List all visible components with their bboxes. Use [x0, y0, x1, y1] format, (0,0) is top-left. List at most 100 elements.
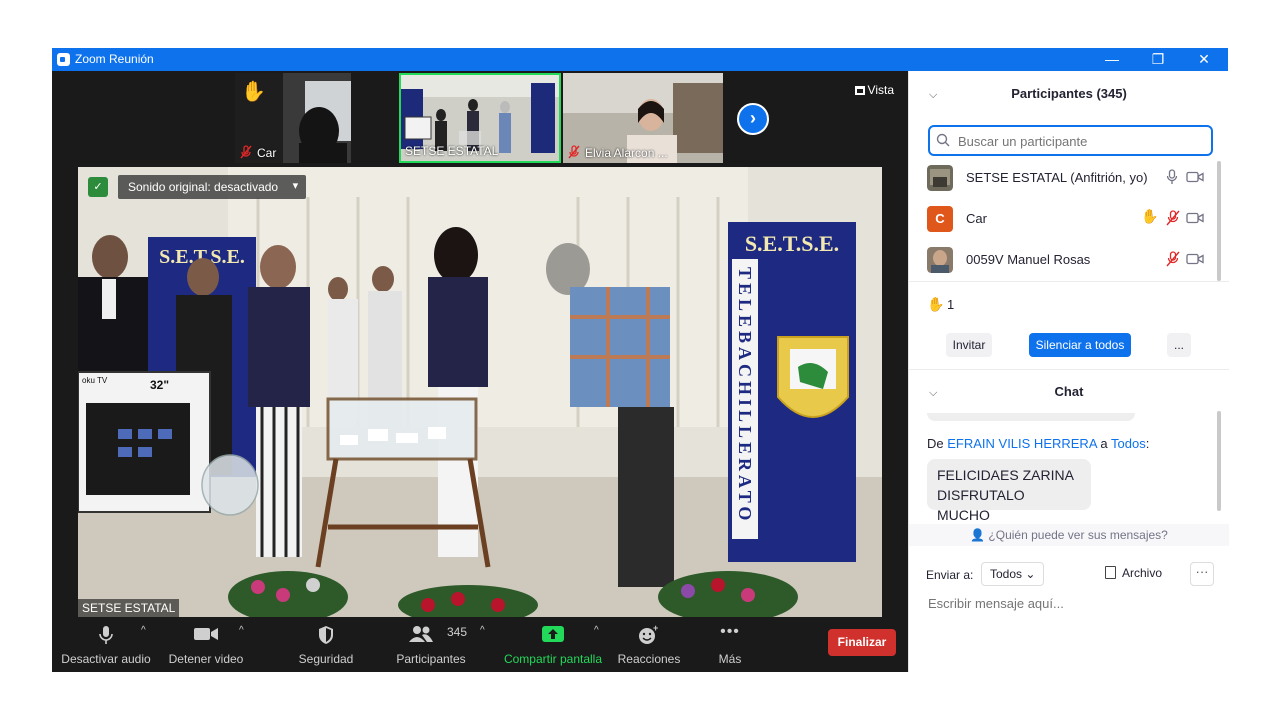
banner-right-text: S.E.T.S.E.	[745, 231, 839, 256]
avatar: C	[927, 206, 953, 232]
speaker-name-label: SETSE ESTATAL	[78, 599, 180, 617]
security-button[interactable]: Seguridad	[292, 619, 360, 672]
thumbnail-elvia-alarcon[interactable]: Elvia Alarcon ...	[563, 73, 723, 163]
maximize-button[interactable]: ❐	[1135, 48, 1181, 71]
participant-row[interactable]: 0059V Manuel Rosas	[909, 239, 1219, 279]
muted-mic-icon	[1166, 251, 1180, 267]
ellipsis-icon: •••	[720, 623, 740, 640]
who-can-see-label: ¿Quién puede ver sus mensajes?	[988, 528, 1168, 542]
colon: :	[1145, 436, 1150, 451]
raised-hand-icon: ✋	[927, 296, 945, 312]
chat-message-header: De EFRAIN VILIS HERRERA a Todos:	[927, 436, 1149, 451]
invite-button[interactable]: Invitar	[946, 333, 992, 357]
microphone-icon	[1166, 169, 1178, 184]
chat-sender[interactable]: EFRAIN VILIS HERRERA	[947, 436, 1097, 451]
avatar	[927, 165, 953, 191]
title-bar: Zoom Reunión — ❐ ✕	[52, 48, 1228, 71]
chat-message-line: FELICIDAES ZARINA	[937, 467, 1074, 483]
chat-message-input[interactable]	[926, 592, 1216, 614]
participants-label: Participantes	[396, 652, 466, 666]
window-title: Zoom Reunión	[75, 52, 154, 66]
participants-more-button[interactable]: ...	[1167, 333, 1191, 357]
chat-title: Chat	[1054, 384, 1084, 399]
view-label: Vista	[867, 83, 894, 97]
file-icon	[1105, 566, 1116, 579]
smiley-add-icon: +	[639, 625, 658, 644]
microphone-icon	[99, 626, 113, 644]
participant-row[interactable]: C Car ✋	[909, 198, 1219, 238]
video-options-caret[interactable]: ^	[239, 625, 244, 636]
to-word: a	[1096, 436, 1111, 451]
grid-view-icon	[854, 86, 865, 95]
meeting-toolbar: Desactivar audio ^ Detener video ^ Segur…	[52, 619, 908, 672]
video-camera-icon	[1186, 212, 1204, 224]
participants-scrollbar[interactable]	[1217, 161, 1221, 281]
mute-button[interactable]: Desactivar audio	[60, 619, 152, 672]
tv-size-text: 32"	[150, 378, 169, 392]
participant-row[interactable]: SETSE ESTATAL (Anfitrión, yo)	[909, 157, 1219, 197]
ellipsis-icon: ···	[1195, 564, 1209, 579]
tv-brand-text: oku TV	[82, 376, 108, 385]
participants-icon	[409, 626, 433, 642]
share-screen-button[interactable]: Compartir pantalla	[502, 619, 604, 672]
stop-video-label: Detener video	[168, 652, 244, 666]
view-button[interactable]: Vista	[848, 80, 900, 100]
share-options-caret[interactable]: ^	[594, 625, 599, 636]
person-lock-icon: 👤	[970, 528, 986, 542]
main-video[interactable]: S.E.T.S.E. TELEBACHILLERATO S.E.T.S.E. 3…	[78, 167, 882, 617]
minimize-button[interactable]: —	[1089, 48, 1135, 71]
raised-hand-icon: ✋	[241, 81, 266, 103]
audio-options-caret[interactable]: ^	[141, 625, 146, 636]
side-panel: ⌵ Participantes (345) SETSE ESTATAL (Anf…	[908, 71, 1229, 672]
reactions-button[interactable]: + Reacciones	[616, 619, 682, 672]
search-input[interactable]	[956, 131, 1206, 151]
search-icon	[936, 133, 950, 147]
muted-mic-icon	[1166, 210, 1180, 226]
video-camera-icon	[194, 628, 218, 640]
original-sound-toggle[interactable]: Sonido original: desactivado ▾	[118, 175, 307, 199]
participant-name: Car	[966, 211, 987, 226]
participant-name: SETSE ESTATAL (Anfitrión, yo)	[966, 170, 1148, 185]
share-screen-icon	[542, 626, 564, 642]
participants-title: Participantes (345)	[1011, 86, 1127, 101]
reactions-label: Reacciones	[617, 652, 681, 666]
participants-button[interactable]: 345 Participantes	[392, 619, 470, 672]
meeting-area: ✋ Car SETSE ESTATAL Elvia Alarcon ... › …	[52, 71, 908, 672]
original-sound-label: Sonido original: desactivado	[128, 180, 279, 194]
share-screen-label: Compartir pantalla	[503, 652, 603, 666]
file-button[interactable]: Archivo	[1105, 566, 1162, 580]
security-label: Seguridad	[298, 652, 354, 666]
next-page-button[interactable]: ›	[737, 103, 769, 135]
thumbnail-setse-estatal[interactable]: SETSE ESTATAL	[399, 73, 561, 163]
banner-vertical-text: TELEBACHILLERATO	[735, 267, 755, 524]
chat-recipient: Todos	[1111, 436, 1146, 451]
thumbnail-car[interactable]: ✋ Car	[235, 73, 351, 163]
chat-message-line: DISFRUTALO MUCHO	[937, 487, 1025, 523]
participant-search[interactable]	[928, 125, 1213, 156]
who-can-see-messages[interactable]: 👤 ¿Quién puede ver sus mensajes?	[909, 524, 1229, 546]
shield-icon	[319, 626, 333, 644]
send-to-value: Todos	[990, 567, 1023, 581]
divider	[909, 281, 1229, 282]
file-label: Archivo	[1122, 566, 1163, 580]
video-camera-icon	[1186, 253, 1204, 265]
chat-scrollbar[interactable]	[1217, 411, 1221, 511]
participants-options-caret[interactable]: ^	[480, 625, 485, 636]
participant-count: 345	[447, 625, 468, 639]
muted-mic-icon	[240, 145, 252, 159]
chevron-down-icon[interactable]: ▾	[293, 179, 299, 192]
more-button[interactable]: ••• Más	[702, 619, 758, 672]
end-meeting-button[interactable]: Finalizar	[828, 629, 896, 656]
avatar	[927, 247, 953, 273]
stop-video-button[interactable]: Detener video	[164, 619, 248, 672]
chat-more-button[interactable]: ···	[1190, 562, 1214, 586]
main-video-frame: S.E.T.S.E. TELEBACHILLERATO S.E.T.S.E. 3…	[78, 167, 882, 617]
thumbnail-name: Elvia Alarcon ...	[585, 146, 668, 160]
close-button[interactable]: ✕	[1181, 48, 1227, 71]
zoom-app-icon	[57, 53, 70, 66]
raised-hand-icon: ✋	[1141, 208, 1159, 224]
send-to-dropdown[interactable]: Todos ⌄	[981, 562, 1045, 586]
raised-hand-count: 1	[947, 297, 955, 312]
mute-all-button[interactable]: Silenciar a todos	[1029, 333, 1131, 357]
svg-text:+: +	[653, 625, 658, 633]
